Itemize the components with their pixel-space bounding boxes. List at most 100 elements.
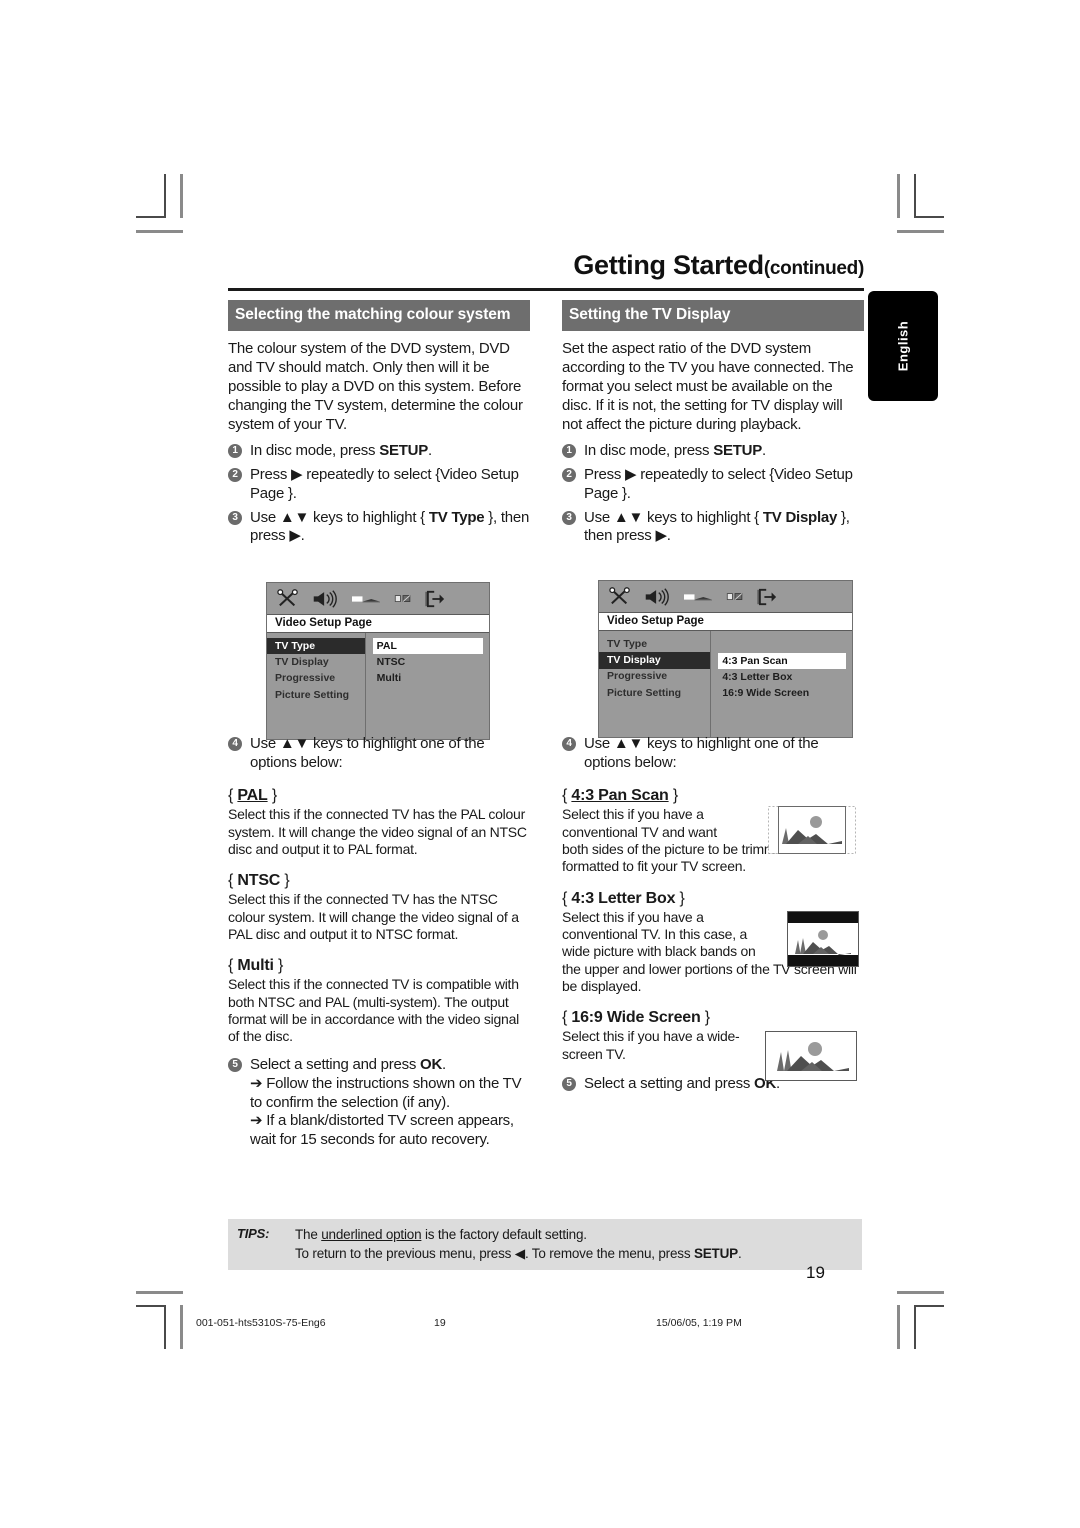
print-file-name: 001-051-hts5310S-75-Eng6 xyxy=(196,1317,326,1329)
manual-page: Getting Started(continued) English Selec… xyxy=(0,0,1080,1528)
tips-line-2: To return to the previous menu, press ◀.… xyxy=(295,1244,862,1263)
option-name: 4:3 Pan Scan xyxy=(571,787,669,805)
step-keyword: SETUP xyxy=(713,441,762,459)
step-keyword: SETUP xyxy=(379,441,428,459)
tools-icon xyxy=(609,586,630,604)
brace-open: { xyxy=(228,872,238,890)
step-number: 5 xyxy=(228,1057,242,1072)
crop-mark-bottom-left-v xyxy=(164,1305,166,1349)
osd-menu-item-picture-setting: Picture Setting xyxy=(607,686,682,699)
option-heading-pan-scan: { 4:3 Pan Scan } xyxy=(562,787,864,805)
option-heading-ntsc: { NTSC } xyxy=(228,872,530,890)
brace-close: } xyxy=(668,787,678,805)
page-header: Getting Started(continued) xyxy=(228,252,864,291)
option-name: 16:9 Wide Screen xyxy=(571,1009,701,1027)
osd-body: TV Type TV Display Progressive Picture S… xyxy=(267,633,489,739)
tools-icon xyxy=(277,588,298,606)
step-keyword: TV Display xyxy=(762,508,838,526)
right-intro-paragraph: Set the aspect ratio of the DVD system a… xyxy=(562,340,854,434)
step-number: 3 xyxy=(562,510,576,525)
tips-setup-keyword: SETUP xyxy=(693,1246,738,1262)
wide-screen-tv-illustration xyxy=(765,1031,857,1081)
osd-menu-item-progressive: Progressive xyxy=(607,670,668,683)
osd-screenshot-tv-display: Video Setup Page TV Type TV Display Prog… xyxy=(598,580,853,738)
crop-mark-top-left-outer-h xyxy=(136,230,183,233)
step-tail: . xyxy=(762,441,766,459)
step-arrow-note-1: ➔ Follow the instructions shown on the T… xyxy=(250,1074,522,1111)
step-number: 5 xyxy=(562,1077,576,1092)
list-item: 1 In disc mode, press SETUP. xyxy=(228,442,530,461)
osd-menu-item-progressive: Progressive xyxy=(275,672,336,685)
left-steps-list-part2: 4 Use ▲▼ keys to highlight one of the opt… xyxy=(228,735,530,773)
right-steps-list-part1: 1 In disc mode, press SETUP. 2 Press ▶ rep… xyxy=(562,442,864,546)
brace-open: { xyxy=(228,957,238,975)
step-keyword: OK xyxy=(420,1055,443,1073)
brace-open: { xyxy=(562,1009,572,1027)
crop-mark-bottom-right-outer-v xyxy=(897,1305,900,1349)
osd-option-wide-screen: 16:9 Wide Screen xyxy=(722,687,810,700)
step-number: 1 xyxy=(562,443,576,458)
option-heading-letter-box: { 4:3 Letter Box } xyxy=(562,890,864,908)
option-body-letter-box-short: Select this if you have a conventional T… xyxy=(562,908,756,960)
osd-option-list: 4:3 Pan Scan 4:3 Letter Box 16:9 Wide Sc… xyxy=(711,631,852,737)
left-steps-list-part3: 5 Select a setting and press OK. ➔ Follow… xyxy=(228,1056,530,1150)
crop-mark-top-left-h xyxy=(136,216,166,218)
option-body-wide-screen-short: Select this if you have a wide-screen TV… xyxy=(562,1028,740,1062)
osd-menu-item-tv-display: TV Display xyxy=(275,655,329,668)
step-number: 4 xyxy=(562,737,576,752)
osd-option-letter-box: 4:3 Letter Box xyxy=(722,670,793,683)
page-title: Getting Started(continued) xyxy=(228,252,864,279)
print-timestamp: 15/06/05, 1:19 PM xyxy=(656,1317,742,1329)
crop-mark-bottom-right-outer-h xyxy=(897,1291,944,1294)
crop-mark-bottom-right-v xyxy=(914,1305,916,1349)
step-tail: . xyxy=(442,1055,446,1073)
option-heading-wide-screen: { 16:9 Wide Screen } xyxy=(562,1009,864,1027)
brace-close: } xyxy=(675,889,685,907)
exit-icon xyxy=(425,590,445,607)
osd-option-ntsc: NTSC xyxy=(376,655,406,668)
brace-open: { xyxy=(228,787,238,805)
list-item: 2 Press ▶ repeatedly to select {Video Set… xyxy=(228,466,530,504)
right-section-heading: Setting the TV Display xyxy=(562,300,864,332)
preference-icon xyxy=(394,594,411,602)
video-slider-icon xyxy=(684,593,712,600)
option-body-pal: Select this if the connected TV has the … xyxy=(228,806,527,857)
step-text: Press ▶ repeatedly to select {Video Setu… xyxy=(250,465,519,502)
osd-option-list: PAL NTSC Multi xyxy=(366,633,489,739)
option-name: NTSC xyxy=(237,872,281,890)
step-tail: . xyxy=(428,441,432,459)
crop-mark-top-right-outer-h xyxy=(897,230,944,233)
right-column: Setting the TV Display Set the aspect ra… xyxy=(562,300,864,1094)
list-item: 5 Select a setting and press OK. ➔ Follow… xyxy=(228,1056,530,1150)
list-item: 3 Use ▲▼ keys to highlight { TV Display }… xyxy=(562,509,864,547)
step-arrow-note-2: ➔ If a blank/distorted TV screen appears… xyxy=(250,1112,514,1149)
crop-mark-bottom-left-h xyxy=(136,1305,166,1307)
step-number: 2 xyxy=(562,467,576,482)
osd-title: Video Setup Page xyxy=(267,614,489,633)
osd-option-multi: Multi xyxy=(376,672,402,685)
step-text: Press ▶ repeatedly to select {Video Setu… xyxy=(584,465,853,502)
osd-icon-bar xyxy=(267,583,489,614)
page-title-continued: (continued) xyxy=(763,258,864,279)
osd-menu-item-picture-setting: Picture Setting xyxy=(275,688,350,701)
option-body-pan-scan-short: Select this if you have a conventional T… xyxy=(562,806,717,840)
crop-mark-bottom-right-h xyxy=(914,1305,944,1307)
osd-menu-item-tv-type: TV Type xyxy=(607,637,648,650)
crop-mark-top-right-h xyxy=(914,216,944,218)
osd-screenshot-tv-type: Video Setup Page TV Type TV Display Prog… xyxy=(266,582,490,740)
crop-mark-bottom-left-outer-v xyxy=(180,1305,183,1349)
letter-box-tv-illustration xyxy=(787,911,859,967)
crop-mark-top-left xyxy=(164,174,166,218)
option-name: 4:3 Letter Box xyxy=(571,889,676,907)
step-text: Select a setting and press xyxy=(250,1055,421,1073)
pan-scan-tv-illustration xyxy=(768,806,856,854)
option-heading-pal: { PAL } xyxy=(228,787,530,805)
step-text: Use ▲▼ keys to highlight one of the opti… xyxy=(584,735,819,772)
tips-line1-a: The xyxy=(295,1227,322,1242)
step-text: Use ▲▼ keys to highlight { xyxy=(250,508,429,526)
brace-open: { xyxy=(562,889,572,907)
option-heading-multi: { Multi } xyxy=(228,957,530,975)
osd-menu-list: TV Type TV Display Progressive Picture S… xyxy=(267,633,366,739)
osd-icon-bar xyxy=(599,581,852,612)
tips-row-1: TIPS: The underlined option is the facto… xyxy=(228,1225,862,1244)
